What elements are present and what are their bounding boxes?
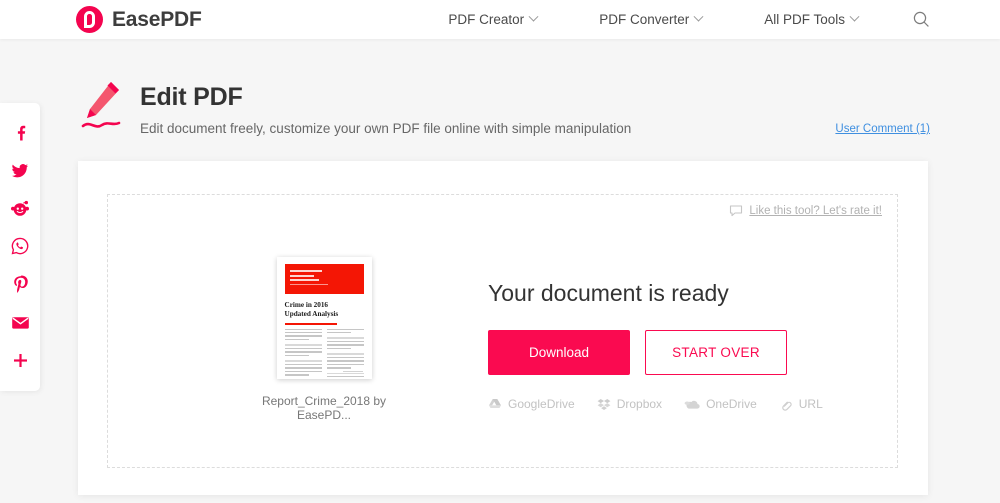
user-comment-link[interactable]: User Comment (1) [835, 123, 930, 135]
result-card: Like this tool? Let's rate it! Crime in … [78, 161, 928, 495]
share-reddit-button[interactable] [0, 189, 40, 227]
page-title: Edit PDF [140, 83, 243, 111]
nav-item-pdf-converter[interactable]: PDF Converter [599, 11, 704, 27]
chevron-down-icon [693, 11, 704, 22]
action-buttons: Download START OVER [488, 330, 868, 375]
easepdf-logo-icon [76, 6, 103, 33]
speech-bubble-icon [730, 205, 743, 217]
start-over-button[interactable]: START OVER [645, 330, 787, 375]
pencil-edit-icon [81, 82, 121, 128]
site-header: EasePDF PDF Creator PDF Converter All PD… [0, 0, 1000, 39]
facebook-icon [17, 125, 26, 140]
document-thumbnail: Crime in 2016 Updated Analysis [276, 257, 372, 379]
save-to-url-button[interactable]: URL [779, 397, 823, 411]
cloud-label: Dropbox [616, 397, 663, 411]
save-to-onedrive-button[interactable]: OneDrive [684, 397, 757, 411]
search-button[interactable] [913, 11, 930, 28]
ready-panel: Your document is ready Download START OV… [488, 280, 868, 411]
thumbnail-title: Crime in 2016 Updated Analysis [284, 301, 339, 318]
document-file-name: Report_Crime_2018 by EasePD... [261, 394, 387, 422]
chevron-down-icon [528, 11, 539, 22]
search-icon [913, 11, 929, 27]
plus-icon [13, 353, 27, 367]
reddit-icon [11, 200, 29, 216]
chevron-down-icon [849, 11, 860, 22]
google-drive-icon [488, 398, 502, 410]
nav-item-pdf-creator[interactable]: PDF Creator [448, 11, 539, 27]
share-pinterest-button[interactable] [0, 265, 40, 303]
rate-tool-label: Like this tool? Let's rate it! [749, 205, 882, 217]
pinterest-icon [14, 275, 28, 293]
brand-name: EasePDF [112, 7, 202, 31]
nav-item-all-pdf-tools[interactable]: All PDF Tools [764, 11, 860, 27]
nav-item-label: PDF Converter [599, 12, 690, 27]
rate-tool-link[interactable]: Like this tool? Let's rate it! [729, 205, 882, 217]
social-share-sidebar [0, 103, 40, 391]
cloud-label: GoogleDrive [508, 397, 575, 411]
share-email-button[interactable] [0, 303, 40, 341]
share-whatsapp-button[interactable] [0, 227, 40, 265]
twitter-icon [12, 163, 28, 177]
brand-logo-link[interactable]: EasePDF [76, 6, 202, 33]
dropbox-icon [597, 398, 611, 411]
save-to-dropbox-button[interactable]: Dropbox [597, 397, 662, 411]
email-icon [11, 316, 29, 329]
page-root: EasePDF PDF Creator PDF Converter All PD… [0, 0, 1000, 503]
onedrive-icon [684, 399, 700, 410]
page-subtitle: Edit document freely, customize your own… [140, 121, 632, 136]
share-twitter-button[interactable] [0, 151, 40, 189]
ready-heading: Your document is ready [488, 280, 729, 306]
share-more-button[interactable] [0, 341, 40, 379]
main-nav: PDF Creator PDF Converter All PDF Tools [386, 11, 930, 28]
save-to-google-drive-button[interactable]: GoogleDrive [488, 397, 575, 411]
tool-header: Edit PDF Edit document freely, customize… [78, 80, 930, 142]
cloud-label: URL [798, 397, 823, 411]
thumbnail-header-band [284, 264, 364, 294]
document-preview[interactable]: Crime in 2016 Updated Analysis Report_Cr… [234, 257, 414, 422]
download-button[interactable]: Download [488, 330, 630, 375]
share-facebook-button[interactable] [0, 113, 40, 151]
whatsapp-icon [11, 237, 29, 255]
nav-item-label: All PDF Tools [764, 12, 845, 27]
link-icon [779, 398, 793, 411]
nav-item-label: PDF Creator [448, 12, 525, 27]
cloud-save-row: GoogleDrive Dropbox OneDrive URL [488, 397, 868, 411]
cloud-label: OneDrive [706, 397, 757, 411]
dropzone-panel: Like this tool? Let's rate it! Crime in … [107, 194, 898, 468]
